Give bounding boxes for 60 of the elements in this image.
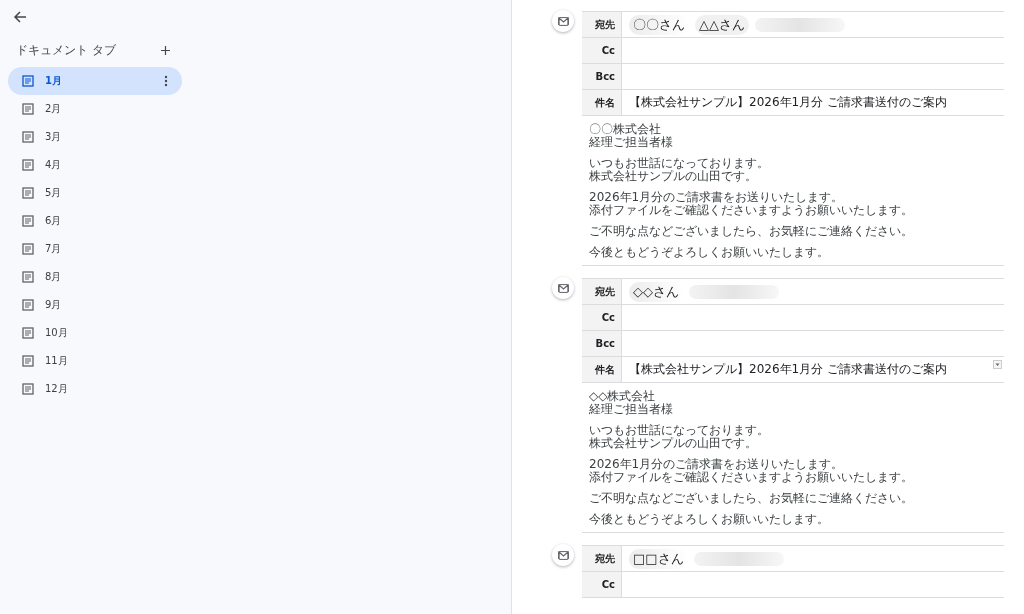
document-icon bbox=[22, 75, 34, 87]
document-icon bbox=[22, 103, 34, 115]
document-tab[interactable]: 4月 bbox=[8, 151, 182, 179]
field-label: Bcc bbox=[582, 64, 622, 89]
subject-field[interactable]: 【株式会社サンプル】2026年1月分 ご請求書送付のご案内 bbox=[622, 357, 1004, 382]
body-paragraph: いつもお世話になっております。 株式会社サンプルの山田です。 bbox=[589, 157, 770, 183]
body-paragraph: 〇〇株式会社 経理ご担当者様 bbox=[589, 123, 674, 149]
field-label: 宛先 bbox=[582, 546, 622, 571]
body-paragraph: 今後ともどうぞよろしくお願いいたします。 bbox=[589, 246, 830, 259]
document-icon bbox=[22, 187, 34, 199]
more-options-icon[interactable] bbox=[164, 75, 168, 87]
back-arrow-icon[interactable] bbox=[13, 10, 27, 24]
body-paragraph: 2026年1月分のご請求書をお送りいたします。 添付ファイルをご確認くださいますようお願いいたします。 bbox=[589, 191, 914, 217]
document-tab[interactable]: 6月 bbox=[8, 207, 182, 235]
recipients-field[interactable]: 〇〇さん △△さん bbox=[622, 12, 1004, 37]
document-icon bbox=[22, 355, 34, 367]
field-label: 件名 bbox=[582, 90, 622, 115]
document-tab[interactable]: 1月 bbox=[8, 67, 182, 95]
document-tab[interactable]: 10月 bbox=[8, 319, 182, 347]
document-tab[interactable]: 12月 bbox=[8, 375, 182, 403]
document-icon bbox=[22, 271, 34, 283]
field-label: 宛先 bbox=[582, 12, 622, 37]
body-paragraph: いつもお世話になっております。 株式会社サンプルの山田です。 bbox=[589, 424, 770, 450]
body-paragraph: ご不明な点などございましたら、お気軽にご連絡ください。 bbox=[589, 492, 914, 505]
document-tab[interactable]: 7月 bbox=[8, 235, 182, 263]
sidebar-title: ドキュメント タブ bbox=[16, 42, 116, 59]
add-icon[interactable] bbox=[161, 46, 170, 55]
document-icon bbox=[22, 327, 34, 339]
document-tab[interactable]: 11月 bbox=[8, 347, 182, 375]
field-label: 件名 bbox=[582, 357, 622, 382]
subject-text: 【株式会社サンプル】2026年1月分 ご請求書送付のご案内 bbox=[629, 361, 947, 378]
field-label: Bcc bbox=[582, 331, 622, 356]
subject-text: 【株式会社サンプル】2026年1月分 ご請求書送付のご案内 bbox=[629, 94, 947, 111]
document-icon bbox=[22, 131, 34, 143]
subject-field[interactable]: 【株式会社サンプル】2026年1月分 ご請求書送付のご案内 bbox=[622, 90, 1004, 115]
mail-logo-icon bbox=[552, 544, 574, 566]
field-label: Cc bbox=[582, 572, 622, 597]
mail-logo-icon bbox=[552, 277, 574, 299]
document-icon bbox=[22, 215, 34, 227]
dropdown-icon[interactable] bbox=[993, 360, 1002, 369]
field-label: 宛先 bbox=[582, 279, 622, 304]
document-icon bbox=[22, 243, 34, 255]
document-tab[interactable]: 8月 bbox=[8, 263, 182, 291]
document-tab[interactable]: 3月 bbox=[8, 123, 182, 151]
field-label: Cc bbox=[582, 305, 622, 330]
document-icon bbox=[22, 383, 34, 395]
document-tab[interactable]: 2月 bbox=[8, 95, 182, 123]
body-paragraph: 2026年1月分のご請求書をお送りいたします。 添付ファイルをご確認くださいますようお願いいたします。 bbox=[589, 458, 914, 484]
mail-logo-icon bbox=[552, 10, 574, 32]
document-icon bbox=[22, 299, 34, 311]
recipients-field[interactable]: □□さん bbox=[622, 546, 1004, 571]
body-paragraph: 今後ともどうぞよろしくお願いいたします。 bbox=[589, 513, 830, 526]
document-icon bbox=[22, 159, 34, 171]
document-tab[interactable]: 5月 bbox=[8, 179, 182, 207]
body-paragraph: ご不明な点などございましたら、お気軽にご連絡ください。 bbox=[589, 225, 914, 238]
recipients-field[interactable]: ◇◇さん bbox=[622, 279, 1004, 304]
document-tab[interactable]: 9月 bbox=[8, 291, 182, 319]
field-label: Cc bbox=[582, 38, 622, 63]
recipient-chip[interactable]: △△さん bbox=[695, 14, 749, 35]
body-paragraph: ◇◇株式会社 経理ご担当者様 bbox=[589, 390, 674, 416]
